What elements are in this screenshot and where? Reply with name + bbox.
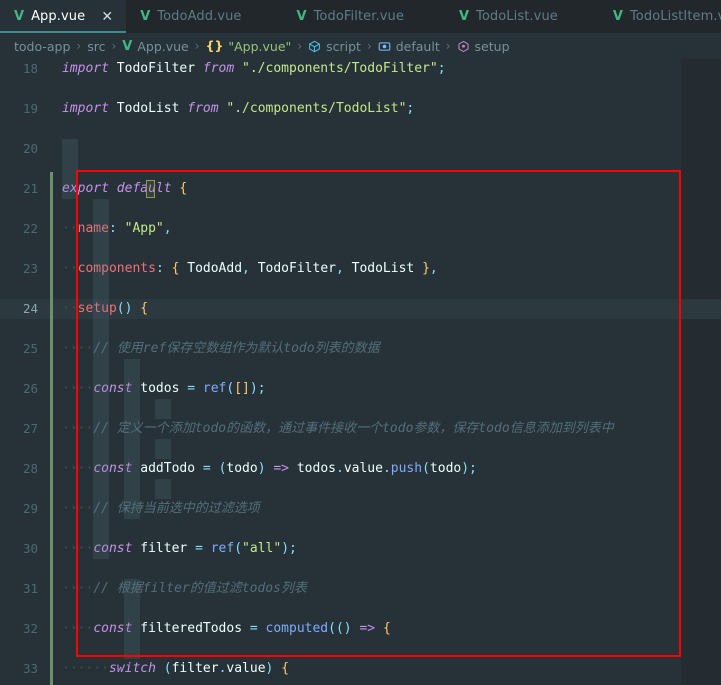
line-number: 22 <box>22 221 38 236</box>
indent-highlight <box>62 139 78 199</box>
code-line: 32 ····const filteredTodos = computed(()… <box>0 619 721 639</box>
tab-label: TodoAdd.vue <box>157 9 242 24</box>
breadcrumb-item-setup[interactable]: setup <box>457 39 510 54</box>
tab-todoadd-vue[interactable]: V TodoAdd.vue ✕ <box>126 0 282 33</box>
breadcrumb-separator: › <box>366 39 372 53</box>
indent-highlight <box>155 479 171 499</box>
method-icon <box>457 40 470 53</box>
vue-file-icon: V <box>612 9 623 24</box>
breadcrumb-item-app-vue[interactable]: V App.vue <box>122 39 188 54</box>
line-number: 31 <box>22 581 38 596</box>
code-text: ····const filteredTodos = computed(() =>… <box>62 621 391 636</box>
indent-highlight <box>155 399 171 419</box>
code-line: 20 <box>0 139 721 159</box>
breadcrumb-item-app-vue-symbol[interactable]: {} "App.vue" <box>206 39 292 54</box>
breadcrumb-item-todo-app[interactable]: todo-app <box>14 39 70 54</box>
breadcrumb-label: script <box>326 38 361 54</box>
module-icon <box>308 40 321 53</box>
breadcrumb-label: todo-app <box>14 38 71 54</box>
line-number: 24 <box>22 301 38 316</box>
variable-icon <box>378 40 391 53</box>
breadcrumb-separator: › <box>194 39 200 53</box>
line-number: 29 <box>22 501 38 516</box>
code-text: ····// 使用ref保存空数组作为默认todo列表的数据 <box>62 341 380 356</box>
indent-highlight <box>124 579 140 659</box>
tab-label: TodoList.vue <box>476 9 558 24</box>
code-line: 31 ····// 根据filter的值过滤todos列表 <box>0 579 721 599</box>
code-text: ····// 定义一个添加todo的函数，通过事件接收一个todo参数，保存to… <box>62 421 614 436</box>
code-text: import TodoList from "./components/TodoL… <box>62 101 415 116</box>
vue-file-icon: V <box>458 9 470 24</box>
breadcrumb-label: App.vue <box>137 38 189 54</box>
line-number: 28 <box>22 461 38 476</box>
code-text: import TodoFilter from "./components/Tod… <box>62 61 446 76</box>
code-line: 18 import TodoFilter from "./components/… <box>0 59 721 79</box>
breadcrumb-label: "App.vue" <box>228 38 292 54</box>
line-number: 26 <box>22 381 38 396</box>
breadcrumb-separator: › <box>445 39 451 53</box>
indent-highlight <box>155 439 171 459</box>
code-text: export default { <box>62 181 188 196</box>
breadcrumb-item-script[interactable]: script <box>308 39 361 54</box>
breadcrumb-separator: › <box>297 39 303 53</box>
vue-file-icon: V <box>140 9 151 24</box>
line-number: 25 <box>22 341 38 356</box>
vue-file-icon: V <box>14 9 25 24</box>
code-line: 19 import TodoList from "./components/To… <box>0 99 721 119</box>
vue-file-icon: V <box>122 38 133 54</box>
line-number: 23 <box>22 261 38 276</box>
tab-label: TodoFilter.vue <box>313 9 404 24</box>
breadcrumb-separator: › <box>76 39 82 53</box>
breadcrumb-item-default[interactable]: default <box>378 39 440 54</box>
line-number: 20 <box>22 141 38 156</box>
vue-file-icon: V <box>296 9 307 24</box>
breadcrumb-label: setup <box>474 38 510 54</box>
code-text: ····// 保持当前选中的过滤选项 <box>62 501 260 516</box>
line-number: 33 <box>22 661 38 676</box>
breadcrumb-label: default <box>395 38 440 54</box>
line-number: 27 <box>22 421 38 436</box>
close-icon[interactable]: ✕ <box>100 10 114 24</box>
tab-label: TodoListItem.vue <box>629 9 721 24</box>
braces-icon: {} <box>205 37 224 53</box>
line-number: 30 <box>22 541 38 556</box>
tab-app-vue[interactable]: V App.vue ✕ <box>0 0 127 33</box>
tab-label: App.vue <box>31 9 86 24</box>
indent-highlight <box>93 199 109 559</box>
tab-todolist-vue[interactable]: V TodoList.vue ✕ <box>445 0 599 33</box>
code-editor[interactable]: 18 import TodoFilter from "./components/… <box>0 59 721 685</box>
bracket-match-highlight <box>146 180 155 198</box>
vscode-window: V App.vue ✕ V TodoAdd.vue ✕ V TodoFilter… <box>0 0 721 685</box>
code-line: 33 ······switch (filter.value) { <box>0 659 721 679</box>
line-number: 21 <box>22 181 38 196</box>
code-text: ··components: { TodoAdd, TodoFilter, Tod… <box>62 261 438 276</box>
tab-todolistitem-vue[interactable]: V TodoListItem.vue ✕ <box>599 0 721 33</box>
breadcrumb-item-src[interactable]: src <box>87 39 105 54</box>
git-modified-indicator <box>50 172 53 685</box>
breadcrumb-label: src <box>87 38 106 54</box>
line-number: 18 <box>22 61 38 76</box>
tab-todofilter-vue[interactable]: V TodoFilter.vue ✕ <box>283 0 445 33</box>
line-number: 32 <box>22 621 38 636</box>
code-text: ····// 根据filter的值过滤todos列表 <box>62 581 307 596</box>
code-line: 21 export default { <box>0 179 721 199</box>
line-number: 19 <box>22 101 38 116</box>
editor-tab-bar: V App.vue ✕ V TodoAdd.vue ✕ V TodoFilter… <box>0 0 721 33</box>
breadcrumb-separator: › <box>111 39 117 53</box>
code-text: ······switch (filter.value) { <box>62 661 290 676</box>
code-text: ··name: "App", <box>62 221 172 236</box>
indent-highlight <box>124 359 140 519</box>
breadcrumb: todo-app › src › V App.vue › {} "App.vue… <box>0 33 721 59</box>
